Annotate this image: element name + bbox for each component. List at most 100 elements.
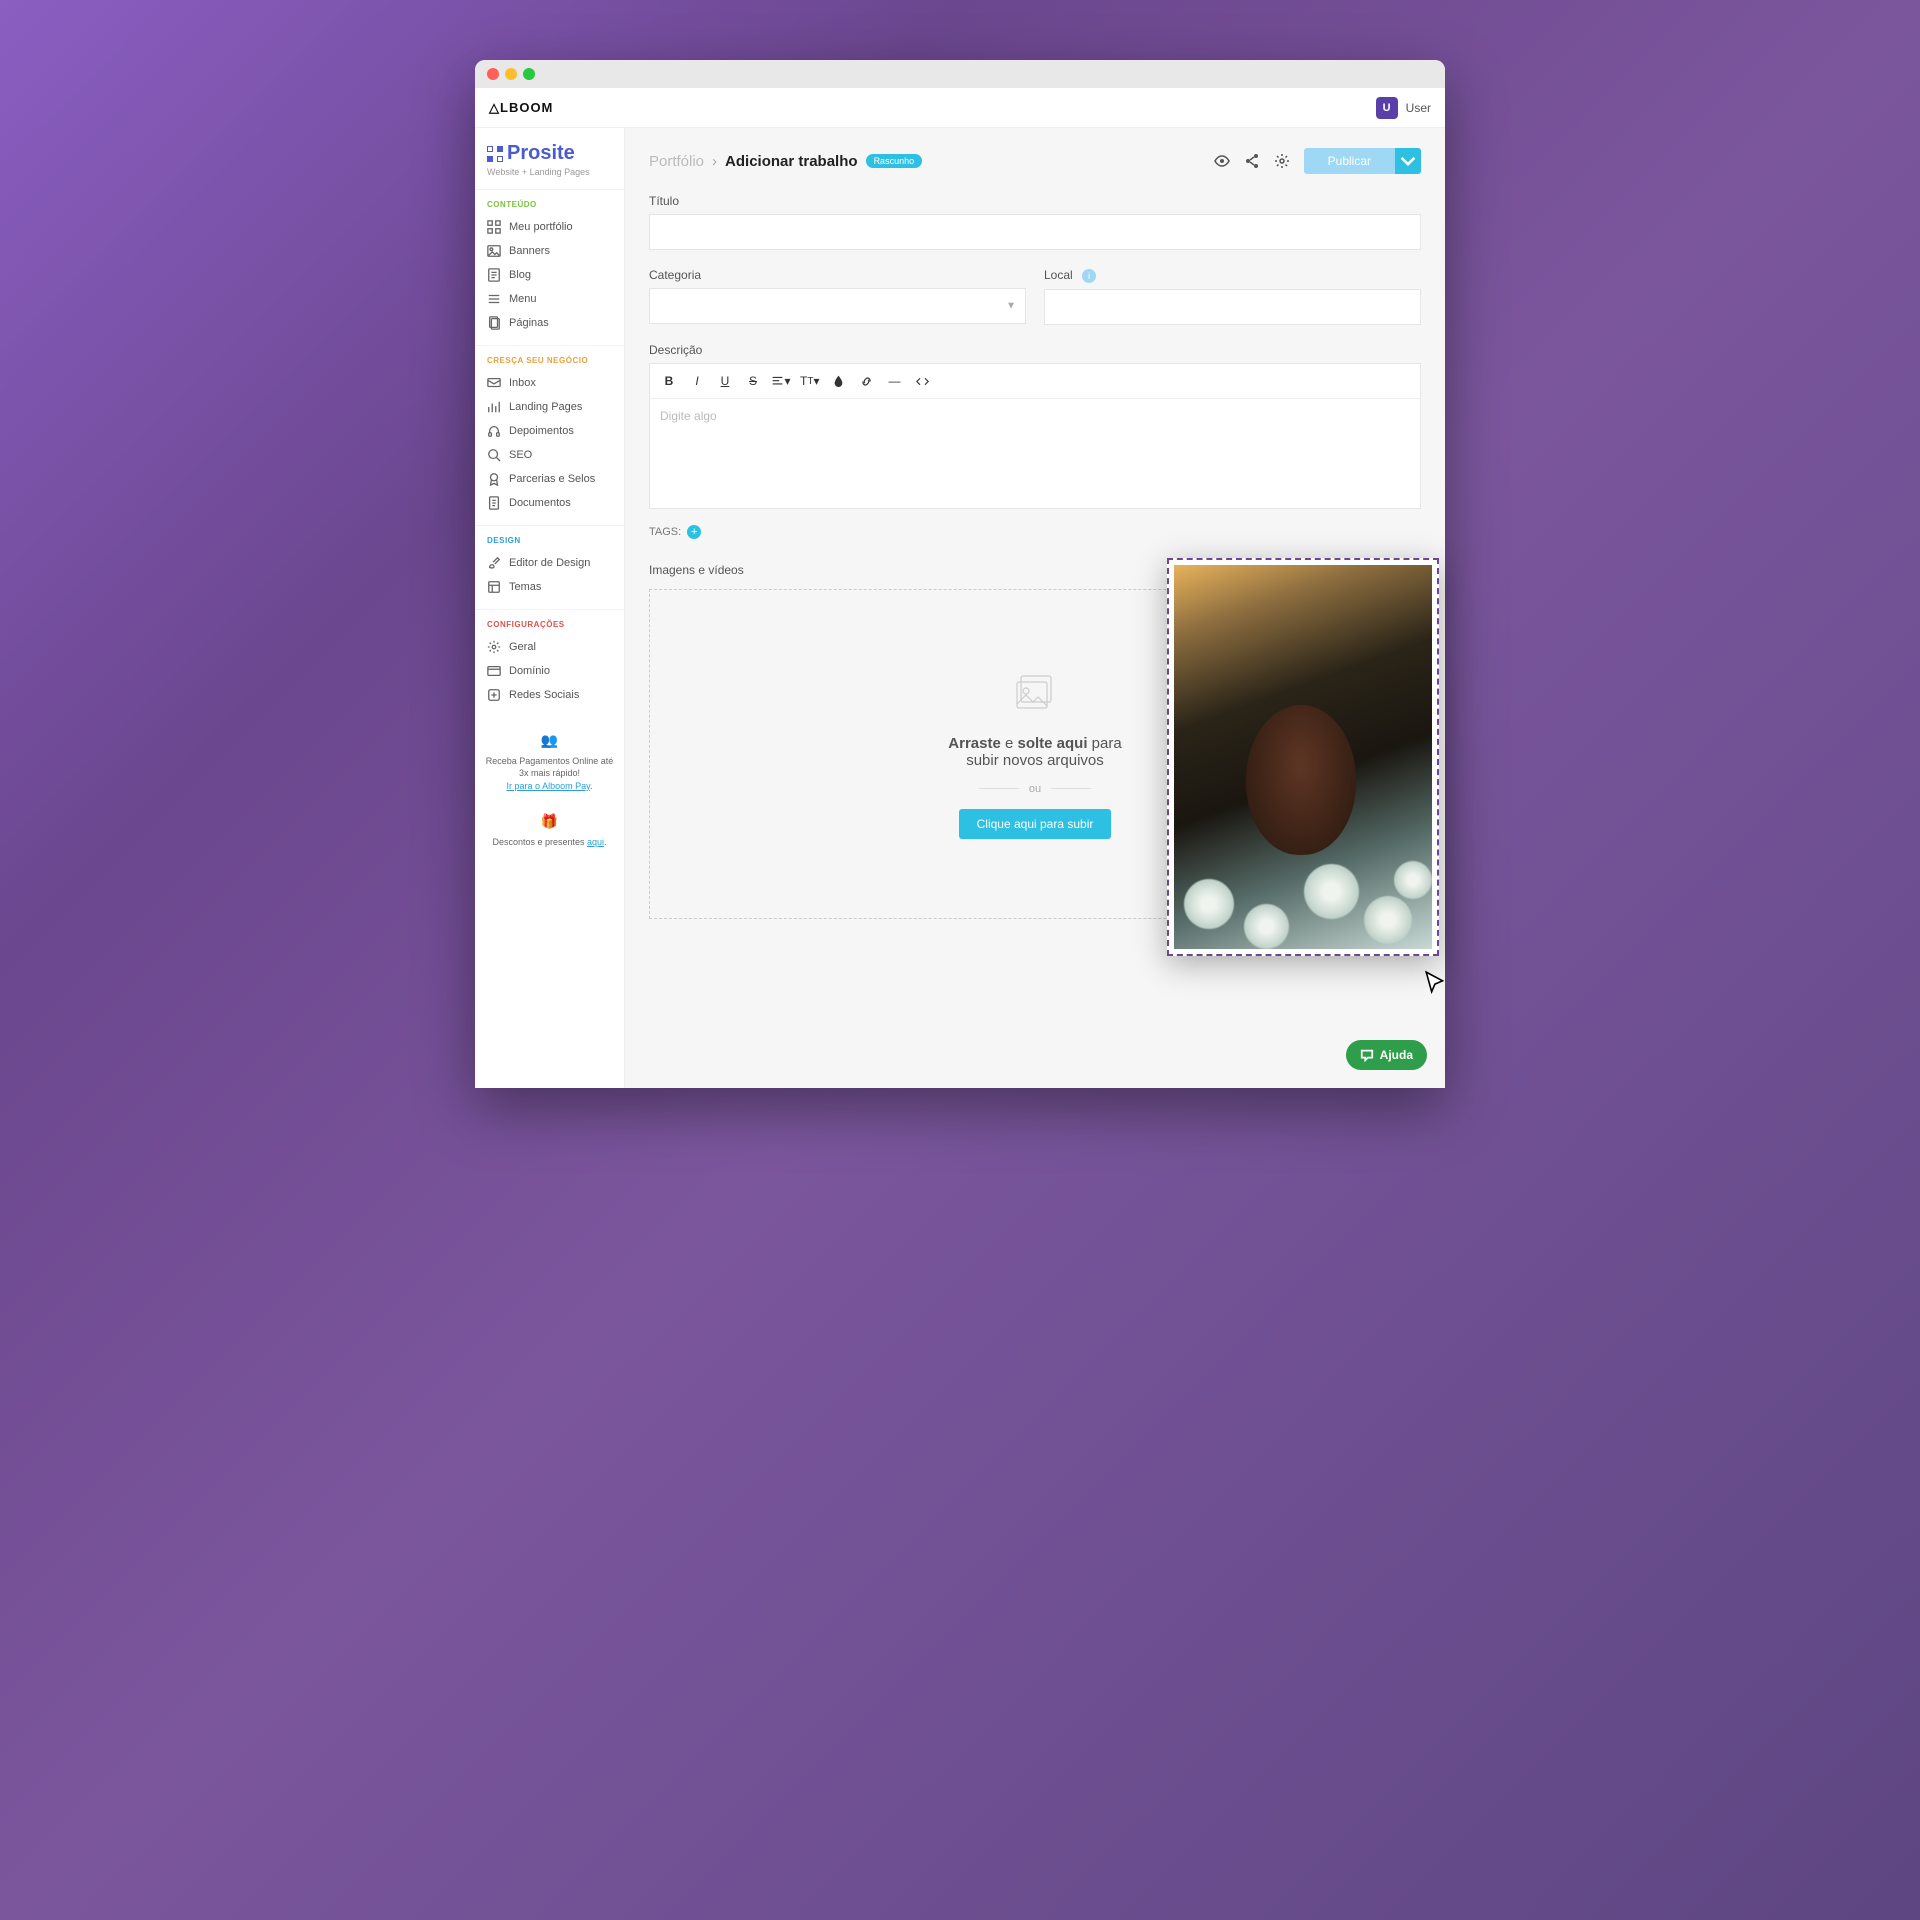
hr-button[interactable]: — [881, 368, 907, 394]
sidebar-item-label: Redes Sociais [509, 689, 579, 701]
local-label: Local i [1044, 268, 1421, 283]
info-icon[interactable]: i [1082, 269, 1096, 283]
tags-label: TAGS: [649, 526, 681, 538]
title-input[interactable] [649, 214, 1421, 250]
chevron-right-icon: › [712, 153, 717, 170]
user-label: User [1406, 101, 1431, 115]
sidebar-item-portfolio[interactable]: Meu portfólio [475, 215, 624, 239]
gift-icon: 🎁 [485, 812, 614, 832]
sidebar-item-pages[interactable]: Páginas [475, 311, 624, 335]
underline-button[interactable]: U [712, 368, 738, 394]
align-button[interactable]: ▾ [768, 368, 794, 394]
headset-icon [487, 424, 501, 438]
cursor-icon [1423, 970, 1449, 996]
sidebar-item-label: Temas [509, 581, 541, 593]
chart-icon [487, 400, 501, 414]
promo-gifts: 🎁 Descontos e presentes aqui. [485, 812, 614, 848]
themes-icon [487, 580, 501, 594]
minimize-dot[interactable] [505, 68, 517, 80]
inbox-icon [487, 376, 501, 390]
sidebar-item-general[interactable]: Geral [475, 635, 624, 659]
color-button[interactable] [825, 368, 851, 394]
note-icon [487, 496, 501, 510]
editor-toolbar: B I U S ▾ TT▾ — [649, 363, 1421, 399]
local-input[interactable] [1044, 289, 1421, 325]
maximize-dot[interactable] [523, 68, 535, 80]
sidebar-section-settings: CONFIGURAÇÕES [475, 620, 624, 635]
settings-icon[interactable] [1274, 153, 1290, 169]
sidebar-item-blog[interactable]: Blog [475, 263, 624, 287]
sidebar-section-grow: CRESÇA SEU NEGÓCIO [475, 356, 624, 371]
publish-dropdown[interactable] [1395, 148, 1421, 174]
sidebar-item-menu[interactable]: Menu [475, 287, 624, 311]
strike-button[interactable]: S [740, 368, 766, 394]
product-name: Prosite [507, 142, 575, 165]
promo-payments-link[interactable]: Ir para o Alboom Pay [507, 781, 590, 791]
user-menu[interactable]: U User [1376, 97, 1431, 119]
sidebar-item-banners[interactable]: Banners [475, 239, 624, 263]
italic-button[interactable]: I [684, 368, 710, 394]
sidebar-item-partners[interactable]: Parcerias e Selos [475, 467, 624, 491]
sidebar-section-content: CONTEÚDO [475, 200, 624, 215]
image-icon [487, 244, 501, 258]
window-titlebar [475, 60, 1445, 88]
brand-logo: △LBOOM [489, 100, 553, 116]
help-button[interactable]: Ajuda [1346, 1040, 1427, 1070]
bold-button[interactable]: B [656, 368, 682, 394]
share-icon[interactable] [1244, 153, 1260, 169]
sidebar-item-domain[interactable]: Domínio [475, 659, 624, 683]
sidebar-item-label: Blog [509, 269, 531, 281]
domain-icon [487, 664, 501, 678]
page-title: Adicionar trabalho [725, 153, 858, 170]
product-logo: Prosite [487, 142, 612, 165]
category-select[interactable] [649, 288, 1026, 324]
people-icon: 👥 [485, 731, 614, 751]
sidebar-item-label: Domínio [509, 665, 550, 677]
doc-icon [487, 268, 501, 282]
sidebar-item-themes[interactable]: Temas [475, 575, 624, 599]
topbar: △LBOOM U User [475, 88, 1445, 128]
images-icon [1011, 670, 1059, 721]
sidebar-item-seo[interactable]: SEO [475, 443, 624, 467]
app-window: △LBOOM U User Prosite Website + Landing … [475, 60, 1445, 1088]
link-button[interactable] [853, 368, 879, 394]
publish-button[interactable]: Publicar [1304, 148, 1395, 174]
sidebar-item-label: Páginas [509, 317, 549, 329]
sidebar: Prosite Website + Landing Pages CONTEÚDO… [475, 128, 625, 1088]
dropzone-text: Arraste e solte aqui para subir novos ar… [948, 735, 1121, 769]
sidebar-item-label: Banners [509, 245, 550, 257]
sidebar-item-documents[interactable]: Documentos [475, 491, 624, 515]
sidebar-item-design-editor[interactable]: Editor de Design [475, 551, 624, 575]
sidebar-item-label: Depoimentos [509, 425, 574, 437]
sidebar-item-social[interactable]: Redes Sociais [475, 683, 624, 707]
code-button[interactable] [909, 368, 935, 394]
preview-icon[interactable] [1214, 153, 1230, 169]
title-label: Título [649, 194, 1421, 208]
brush-icon [487, 556, 501, 570]
promo-gifts-link[interactable]: aqui [587, 837, 604, 847]
crumb-root[interactable]: Portfólio [649, 153, 704, 170]
pages-icon [487, 316, 501, 330]
textsize-button[interactable]: TT▾ [796, 368, 823, 394]
dragged-photo[interactable] [1167, 558, 1439, 956]
social-icon [487, 688, 501, 702]
upload-button[interactable]: Clique aqui para subir [959, 809, 1112, 839]
product-subtitle: Website + Landing Pages [487, 167, 612, 177]
description-input[interactable]: Digite algo [649, 399, 1421, 509]
gear-icon [487, 640, 501, 654]
description-label: Descrição [649, 343, 1421, 357]
status-badge: Rascunho [866, 154, 923, 168]
sidebar-item-label: Meu portfólio [509, 221, 573, 233]
sidebar-item-inbox[interactable]: Inbox [475, 371, 624, 395]
add-tag-button[interactable]: + [687, 525, 701, 539]
sidebar-item-testimonials[interactable]: Depoimentos [475, 419, 624, 443]
sidebar-item-label: Geral [509, 641, 536, 653]
sidebar-item-label: Inbox [509, 377, 536, 389]
sidebar-item-label: Parcerias e Selos [509, 473, 595, 485]
dropzone-or: ou [979, 783, 1091, 795]
category-label: Categoria [649, 268, 1026, 282]
main-content: Portfólio › Adicionar trabalho Rascunho … [625, 128, 1445, 1088]
sidebar-item-label: Editor de Design [509, 557, 590, 569]
close-dot[interactable] [487, 68, 499, 80]
sidebar-item-landing[interactable]: Landing Pages [475, 395, 624, 419]
